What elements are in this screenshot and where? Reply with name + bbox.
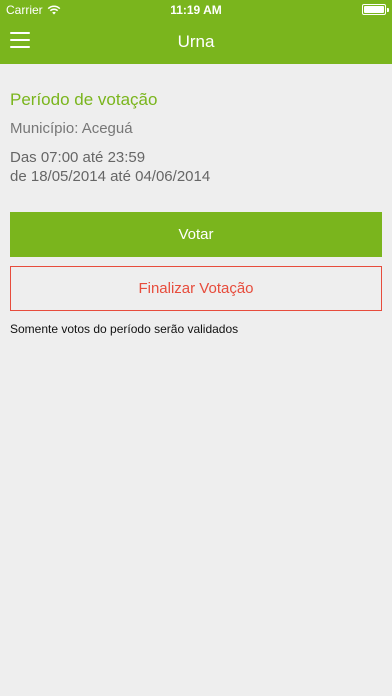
page-title: Urna [177, 32, 215, 51]
period-dates: de 18/05/2014 até 04/06/2014 [10, 168, 211, 185]
validation-note: Somente votos do período serão validados [10, 322, 239, 336]
section-title: Período de votação [10, 90, 158, 109]
voting-period: Das 07:00 até 23:59 de 18/05/2014 até 04… [10, 148, 210, 186]
nav-bar: Urna [0, 20, 392, 64]
period-hours: Das 07:00 até 23:59 [10, 149, 146, 166]
municipio-label: Município: Aceguá [10, 120, 133, 137]
status-bar: Carrier 11:19 AM [0, 0, 392, 20]
finish-voting-button[interactable]: Finalizar Votação [10, 266, 382, 311]
vote-button[interactable]: Votar [10, 212, 382, 257]
battery-icon [362, 4, 389, 15]
status-time: 11:19 AM [170, 3, 222, 17]
